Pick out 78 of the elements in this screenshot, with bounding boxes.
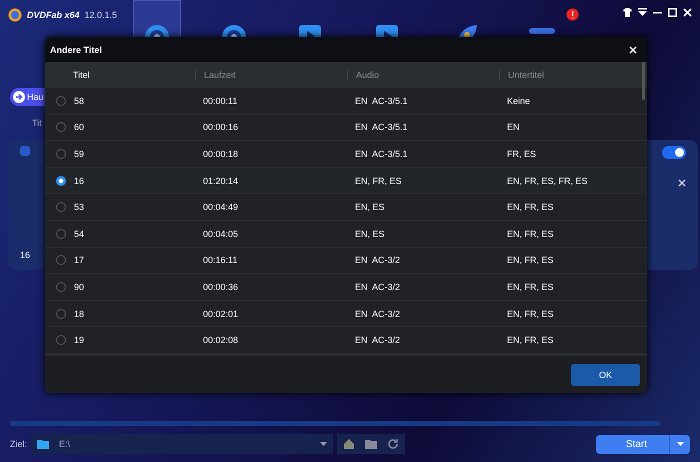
table-cell: FR, ES (507, 148, 536, 159)
radio-button[interactable] (56, 228, 66, 239)
app-name: DVDFab x64 (27, 10, 80, 20)
version-label: 12.0.1.5 (84, 10, 118, 20)
table-cell: EN, FR, ES (507, 308, 554, 319)
table-cell: 00:04:49 (203, 202, 238, 212)
column-label: Tit (32, 118, 42, 128)
column-header[interactable]: Untertitel (508, 70, 544, 80)
table-cell: EN, ES (355, 228, 385, 239)
table-cell: EN AC-3/2 (355, 282, 400, 292)
table-cell: EN, FR, ES (507, 202, 554, 212)
table-cell: 00:02:01 (203, 308, 238, 319)
dialog-title: Andere Titel (50, 44, 102, 54)
table-cell: EN AC-3/2 (355, 308, 400, 319)
table-cell: 16 (74, 176, 84, 186)
caret-icon[interactable] (320, 442, 328, 446)
refresh-icon[interactable] (387, 438, 400, 450)
table-cell: EN, FR, ES (507, 255, 554, 266)
table-cell: EN (507, 122, 520, 132)
table-cell: 00:16:11 (203, 255, 238, 266)
table-cell: 54 (74, 228, 84, 239)
dropdown-icon[interactable] (638, 8, 647, 17)
table-cell: 00:04:05 (203, 228, 238, 239)
table-cell: EN AC-3/5.1 (355, 148, 408, 159)
table-cell: EN, FR, ES (507, 335, 554, 346)
title-number: 16 (20, 250, 30, 262)
radio-button[interactable] (56, 96, 66, 106)
toggle-switch[interactable] (662, 146, 686, 159)
destination-label: Ziel: (10, 439, 28, 449)
shirt-icon[interactable] (623, 8, 632, 17)
start-button[interactable]: Start (596, 434, 690, 454)
close-button[interactable] (627, 44, 639, 56)
table-cell: EN, ES (355, 202, 385, 212)
radio-button[interactable] (56, 202, 66, 212)
radio-button[interactable] (56, 255, 66, 266)
close-icon (629, 46, 637, 54)
destination-field[interactable]: E:\ (31, 434, 334, 454)
table-cell: 59 (74, 148, 84, 159)
radio-button[interactable] (56, 335, 66, 346)
maximize-icon[interactable] (668, 8, 677, 17)
radio-button[interactable] (56, 282, 66, 292)
radio-button[interactable] (56, 308, 66, 319)
table-cell: 00:02:08 (203, 335, 238, 346)
table-cell: 00:00:16 (203, 122, 238, 132)
table-cell: EN, FR, ES (507, 282, 554, 292)
arrow-icon (13, 91, 25, 103)
table-cell: EN, FR, ES (355, 176, 402, 186)
column-header[interactable]: Laufzeit (204, 70, 236, 80)
table-cell: 00:00:18 (203, 148, 238, 159)
radio-button[interactable] (56, 122, 66, 132)
column-header[interactable]: Titel (73, 70, 90, 80)
logo-icon (8, 8, 22, 22)
table-cell: 17 (74, 255, 84, 266)
radio-button[interactable] (56, 176, 66, 186)
folder-icon (37, 439, 50, 449)
table-cell: 18 (74, 308, 84, 319)
table-cell: 01:20:14 (203, 176, 238, 186)
table-cell: EN AC-3/5.1 (355, 96, 408, 106)
radio-button[interactable] (56, 148, 66, 159)
table-cell: 58 (74, 96, 84, 106)
table-cell: 00:00:36 (203, 282, 238, 292)
table-cell: 90 (74, 282, 84, 292)
table-cell: EN, FR, ES, FR, ES (507, 176, 588, 186)
table-cell: Keine (507, 96, 530, 106)
table-cell: 53 (74, 202, 84, 212)
table-cell: EN, FR, ES (507, 228, 554, 239)
table-cell: 19 (74, 335, 84, 346)
ok-button[interactable]: OK (571, 364, 640, 386)
table-cell: 60 (74, 122, 84, 132)
alert-icon[interactable] (566, 8, 579, 21)
caret-icon[interactable] (676, 442, 684, 446)
table-cell: EN AC-3/2 (355, 335, 400, 346)
table-cell: EN AC-3/2 (355, 255, 400, 266)
table-cell: 00:00:11 (203, 96, 238, 106)
folder-icon[interactable] (365, 439, 378, 449)
column-header[interactable]: Audio (356, 70, 380, 80)
close-icon[interactable] (678, 179, 686, 187)
table-cell: EN AC-3/5.1 (355, 122, 408, 132)
